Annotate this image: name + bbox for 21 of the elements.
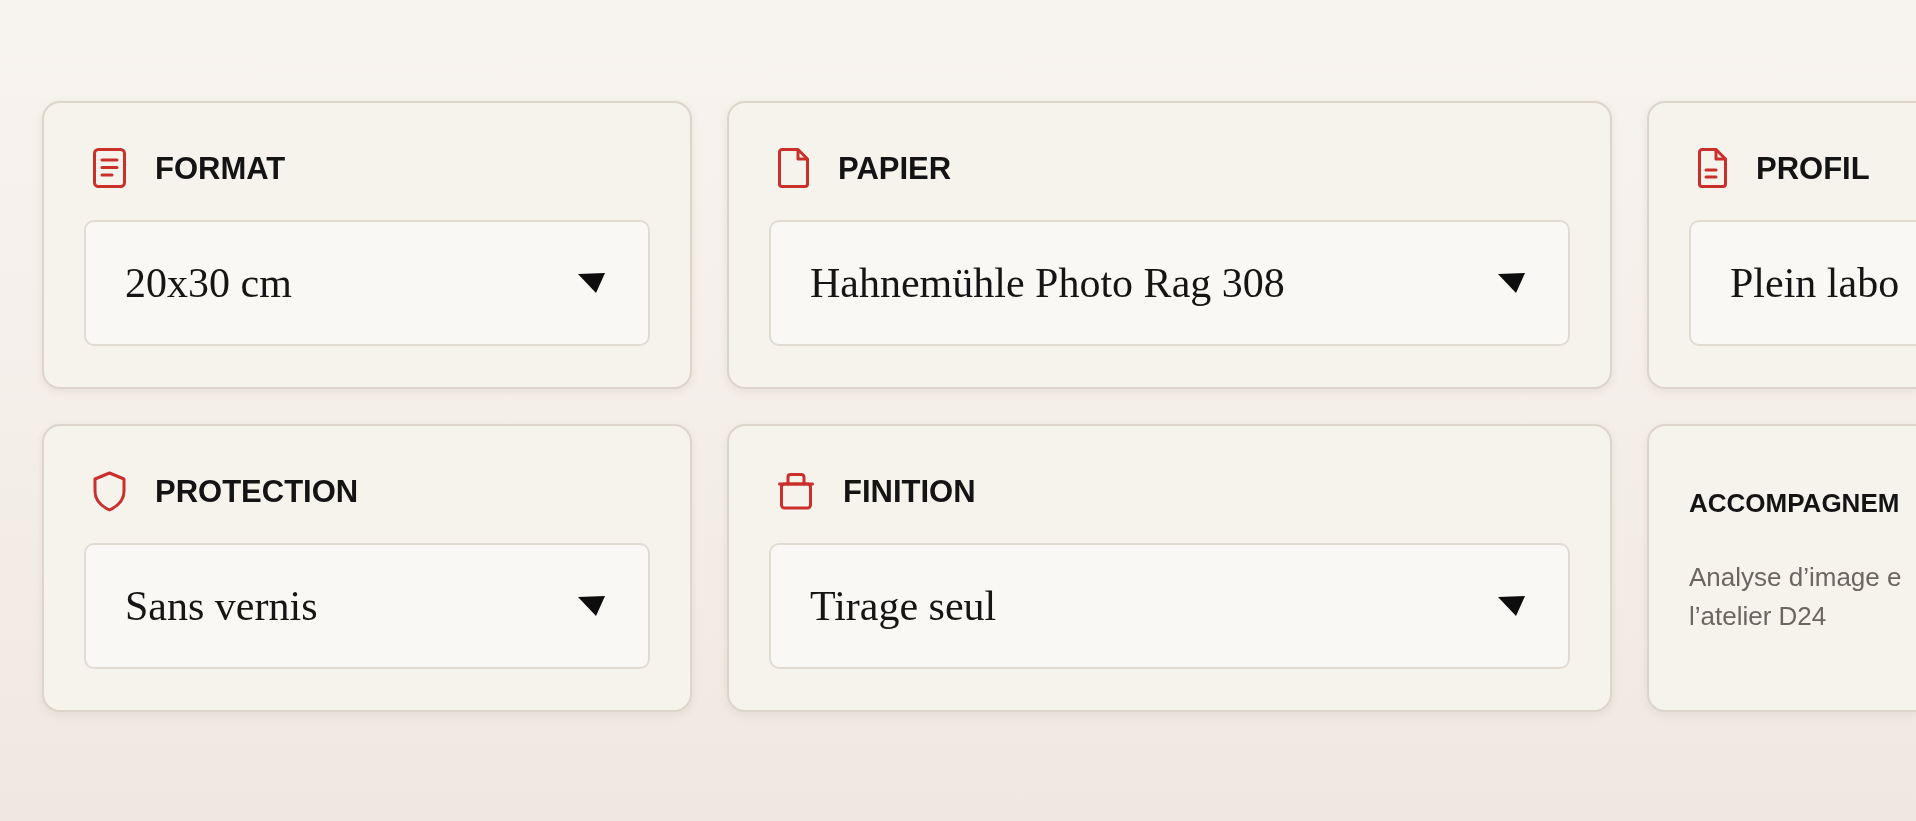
card-title: ACCOMPAGNEM [1689,488,1900,518]
card-title: FORMAT [155,152,286,184]
card-title: PROTECTION [155,475,359,507]
card-title: PAPIER [838,152,952,184]
select-field[interactable]: Plein labo [1689,220,1916,346]
select-field[interactable]: Sans vernis [84,543,650,669]
card-title: FINITION [843,475,976,507]
caret-icon [578,273,605,293]
select-field[interactable]: Hahnemühle Photo Rag 308 [769,220,1570,346]
card-title: PROFIL [1756,152,1870,184]
document-icon [93,148,126,188]
select-field[interactable]: Tirage seul [769,543,1570,669]
card-description: Analyse d’image e l’atelier D24 [1689,561,1902,633]
file-icon [778,148,809,188]
caret-icon [1498,596,1525,616]
select-field[interactable]: 20x30 cm [84,220,650,346]
caret-icon [578,596,605,616]
bag-icon [778,472,814,510]
shield-icon [93,470,126,512]
caret-icon [1498,273,1525,293]
file-text-icon [1698,148,1727,188]
